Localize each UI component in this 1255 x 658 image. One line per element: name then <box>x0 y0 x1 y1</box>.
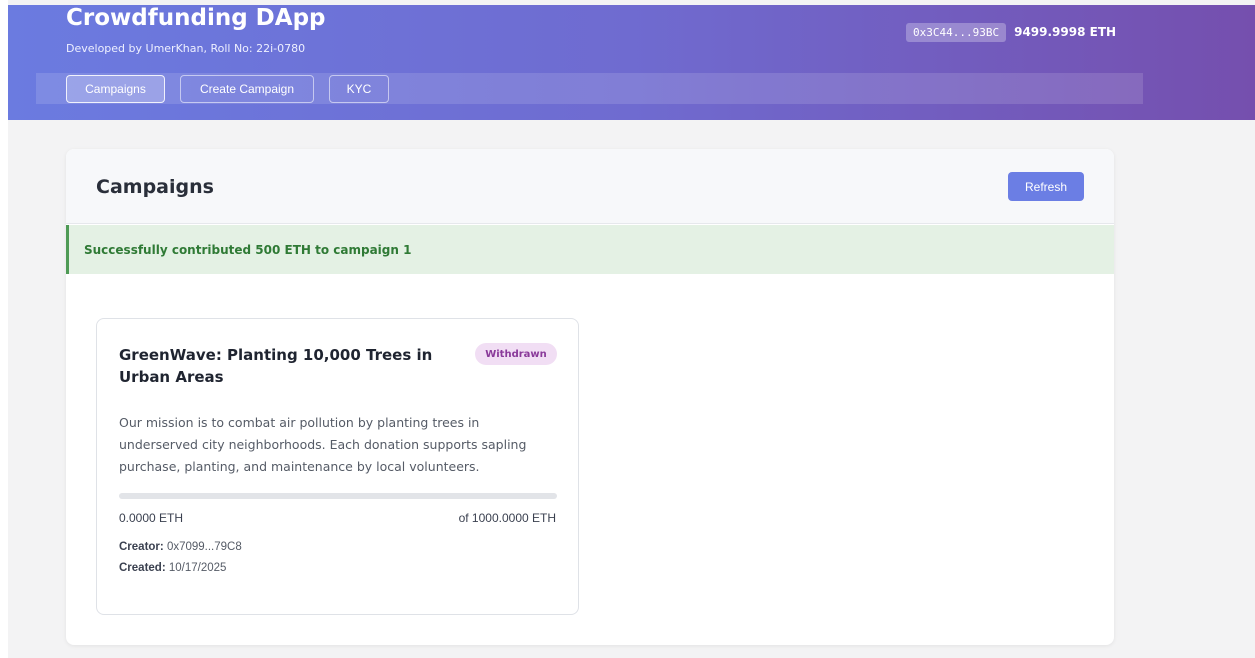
campaign-created-date: Created: 10/17/2025 <box>119 562 226 574</box>
funding-goal: of 1000.0000 ETH <box>458 511 556 525</box>
campaign-creator: Creator: 0x7099...79C8 <box>119 541 242 553</box>
main-nav: Campaigns Create Campaign KYC <box>36 73 1143 104</box>
wallet-balance: 9499.9998 ETH <box>1014 25 1117 39</box>
app-title: Crowdfunding DApp <box>66 5 326 31</box>
app-subtitle: Developed by UmerKhan, Roll No: 22i-0780 <box>66 42 306 55</box>
created-date: 10/17/2025 <box>168 562 227 574</box>
creator-address: 0x7099...79C8 <box>166 541 242 553</box>
campaigns-panel-header: Campaigns Refresh <box>66 149 1114 224</box>
refresh-button[interactable]: Refresh <box>1008 172 1084 201</box>
campaign-title: GreenWave: Planting 10,000 Trees in Urba… <box>119 346 433 386</box>
nav-campaigns-button[interactable]: Campaigns <box>66 75 165 103</box>
creator-label: Creator: <box>119 541 164 553</box>
created-label: Created: <box>119 562 166 574</box>
funding-progress-bar <box>119 493 557 499</box>
app-header: Crowdfunding DApp Developed by UmerKhan,… <box>8 5 1255 120</box>
campaign-card[interactable]: GreenWave: Planting 10,000 Trees in Urba… <box>96 318 579 615</box>
nav-kyc-button[interactable]: KYC <box>329 75 389 103</box>
status-badge: Withdrawn <box>475 343 557 365</box>
campaign-description: Our mission is to combat air pollution b… <box>119 415 527 474</box>
page-title: Campaigns <box>96 176 214 198</box>
nav-create-campaign-button[interactable]: Create Campaign <box>180 75 314 103</box>
success-alert: Successfully contributed 500 ETH to camp… <box>66 225 1114 274</box>
wallet-info: 0x3C44...93BC 9499.9998 ETH <box>906 22 1116 42</box>
amount-raised: 0.0000 ETH <box>119 511 184 525</box>
wallet-address: 0x3C44...93BC <box>906 22 1007 42</box>
campaigns-panel: Campaigns Refresh Successfully contribut… <box>66 149 1114 645</box>
